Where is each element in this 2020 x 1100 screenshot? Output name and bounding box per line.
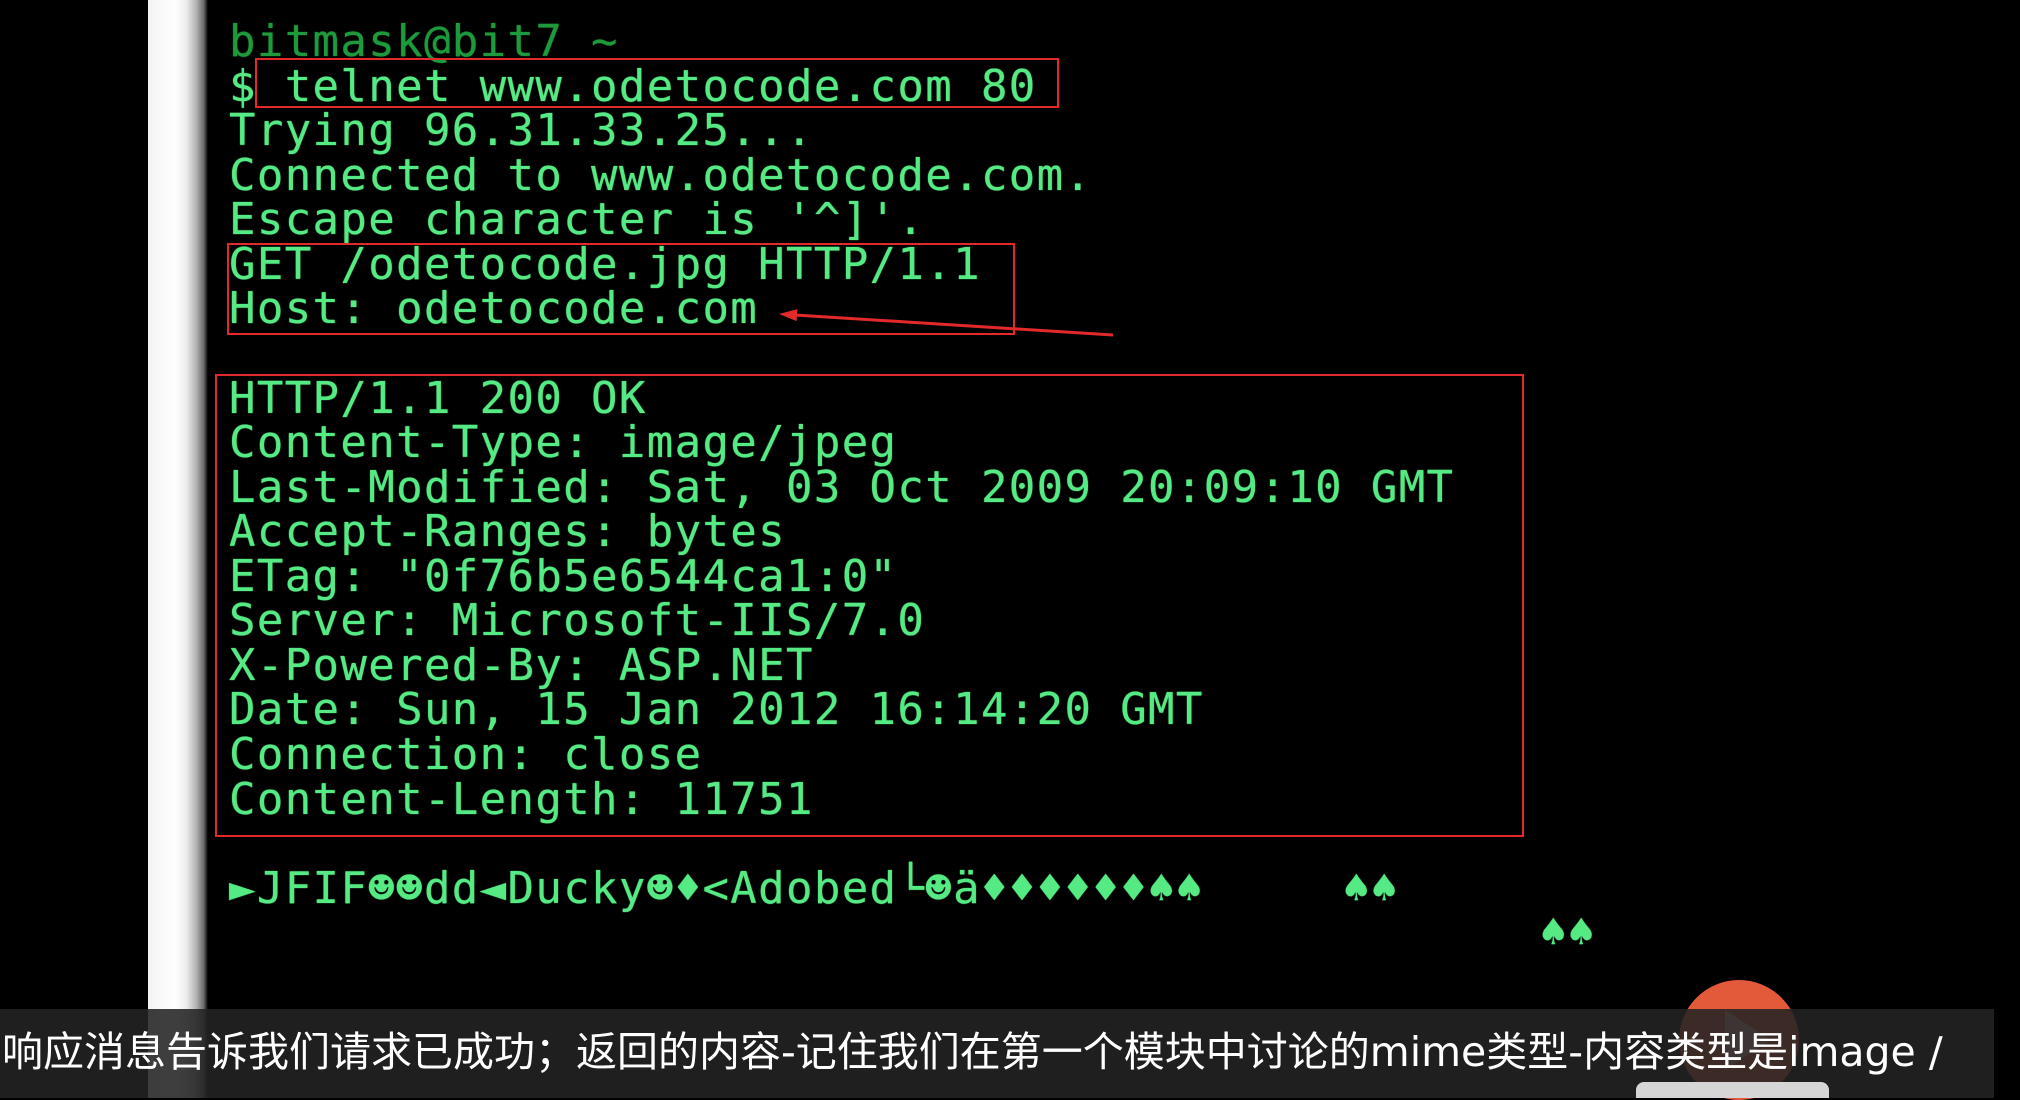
response-body-bytes: ♠♠	[1540, 907, 1596, 959]
output-escape-character: Escape character is '^]'.	[229, 194, 926, 246]
output-trying: Trying 96.31.33.25...	[229, 105, 814, 157]
annotation-box-request	[227, 243, 1015, 335]
output-connected: Connected to www.odetocode.com.	[229, 149, 1093, 201]
annotation-box-response	[215, 374, 1524, 837]
response-body-line: ►JFIF☻☻dd◄Ducky☻♦<Adobed└☻ä♦♦♦♦♦♦♠♠ ♠♠	[229, 862, 1454, 914]
video-frame-edge	[148, 0, 208, 1098]
player-control-tab[interactable]	[1636, 1082, 1829, 1098]
response-body-bytes: ►JFIF☻☻dd◄Ducky☻♦<Adobed└☻ä♦♦♦♦♦♦♠♠	[229, 862, 1204, 914]
response-body-line: ♠♠	[229, 911, 1594, 956]
prompt-symbol: $	[229, 60, 257, 112]
response-body-bytes: ♠♠	[1343, 862, 1399, 914]
annotation-box-command	[255, 58, 1059, 108]
